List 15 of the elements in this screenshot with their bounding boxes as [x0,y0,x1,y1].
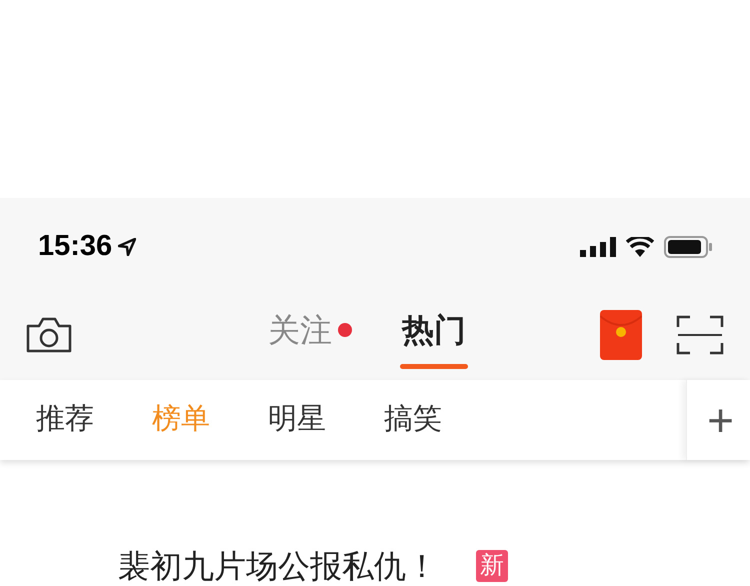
feed-tab[interactable]: 热门 [402,308,466,352]
signal-icon [580,237,616,257]
headline[interactable]: 裴初九片场公报私仇！ [118,546,438,586]
add-tab-button[interactable]: + [707,397,734,443]
camera-icon[interactable] [26,317,72,353]
envelope-icon[interactable] [600,310,642,360]
location-arrow-icon [118,238,136,256]
category-tab[interactable]: 明星 [268,398,326,442]
scan-icon[interactable] [676,315,724,355]
battery-icon [664,236,712,258]
category-tab[interactable]: 推荐 [36,398,94,442]
category-tab[interactable]: 搞笑 [384,398,442,442]
wifi-icon [626,237,654,257]
new-badge: 新 [476,550,508,582]
status-time: 15:36 [38,229,112,264]
